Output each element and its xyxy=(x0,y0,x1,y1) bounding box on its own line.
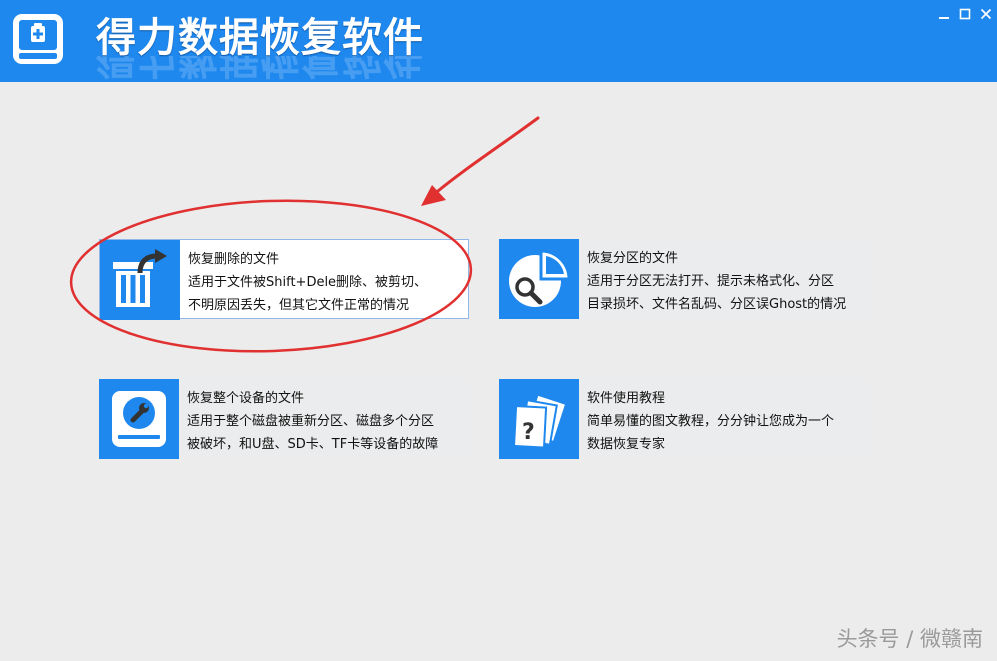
maximize-icon[interactable] xyxy=(958,7,972,21)
card-title: 恢复整个设备的文件 xyxy=(187,391,305,406)
annotation-overlay xyxy=(69,116,540,353)
partition-search-icon xyxy=(499,239,579,319)
card-description-line: 被破坏，和U盘、SD卡、TF卡等设备的故障 xyxy=(187,437,439,452)
recover-deleted-files-card[interactable]: 恢复删除的文件 适用于文件被Shift+Dele删除、被剪切、 不明原因丢失，但… xyxy=(99,239,470,320)
card-text: 恢复删除的文件 适用于文件被Shift+Dele删除、被剪切、 不明原因丢失，但… xyxy=(188,248,470,317)
help-document-icon: ? xyxy=(499,379,579,459)
minimize-icon[interactable] xyxy=(937,7,951,21)
recover-device-files-card[interactable]: 恢复整个设备的文件 适用于整个磁盘被重新分区、磁盘多个分区 被破坏，和U盘、SD… xyxy=(99,379,469,459)
card-description-line: 目录损坏、文件名乱码、分区误Ghost的情况 xyxy=(587,297,847,312)
close-icon[interactable] xyxy=(979,7,993,21)
card-text: 恢复分区的文件 适用于分区无法打开、提示未格式化、分区 目录损坏、文件名乱码、分… xyxy=(587,247,869,316)
card-description-line: 不明原因丢失，但其它文件正常的情况 xyxy=(188,298,410,313)
card-description-line: 适用于整个磁盘被重新分区、磁盘多个分区 xyxy=(187,414,435,429)
card-title: 软件使用教程 xyxy=(587,391,666,406)
card-text: 恢复整个设备的文件 适用于整个磁盘被重新分区、磁盘多个分区 被破坏，和U盘、SD… xyxy=(187,387,469,456)
card-text: 软件使用教程 简单易懂的图文教程，分分钟让您成为一个 数据恢复专家 xyxy=(587,387,869,456)
svg-text:?: ? xyxy=(522,420,535,445)
card-title: 恢复删除的文件 xyxy=(188,252,280,267)
recover-partition-files-card[interactable]: 恢复分区的文件 适用于分区无法打开、提示未格式化、分区 目录损坏、文件名乱码、分… xyxy=(499,239,869,319)
app-title: 得力数据恢复软件 xyxy=(96,15,424,61)
watermark: 头条号 / 微赣南 xyxy=(836,627,983,651)
trash-restore-icon xyxy=(100,240,180,320)
disk-repair-icon xyxy=(99,379,179,459)
card-description-line: 简单易懂的图文教程，分分钟让您成为一个 xyxy=(587,414,835,429)
tutorial-card[interactable]: ? 软件使用教程 简单易懂的图文教程，分分钟让您成为一个 数据恢复专家 xyxy=(499,379,869,459)
app-logo-icon xyxy=(13,14,63,64)
app-title-reflection: 得力数据恢复软件 xyxy=(96,56,424,81)
card-title: 恢复分区的文件 xyxy=(587,251,679,266)
card-description-line: 适用于文件被Shift+Dele删除、被剪切、 xyxy=(188,275,428,290)
card-description-line: 适用于分区无法打开、提示未格式化、分区 xyxy=(587,274,835,289)
title-bar: 得力数据恢复软件 得力数据恢复软件 xyxy=(0,0,997,82)
card-description-line: 数据恢复专家 xyxy=(587,437,666,452)
annotation-arrow xyxy=(421,116,540,206)
